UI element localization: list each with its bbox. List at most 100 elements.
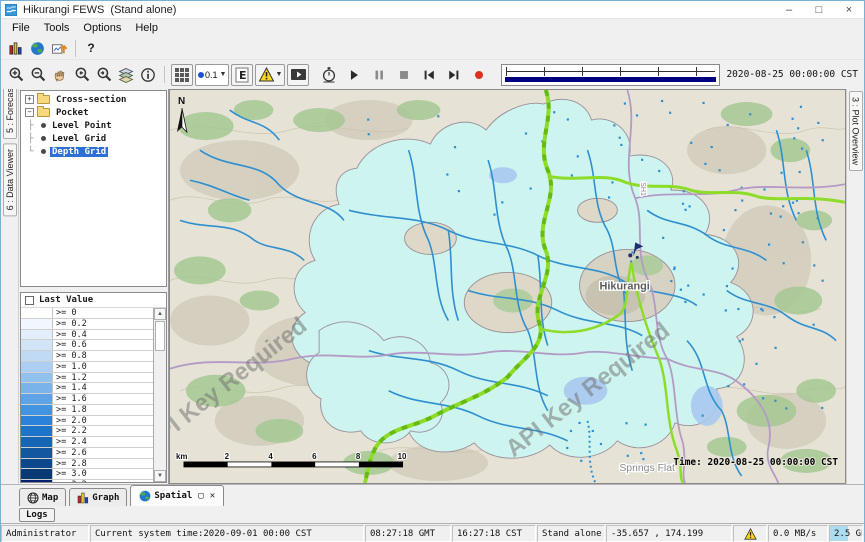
legend-label: >= 2.0 <box>53 416 87 426</box>
warning-combo[interactable]: ▼ <box>255 64 285 86</box>
legend-row[interactable]: >= 0 <box>21 308 153 319</box>
menu-file[interactable]: File <box>5 21 37 35</box>
last-value-checkbox[interactable] <box>25 296 34 305</box>
point-size-combo[interactable]: 0.1▼ <box>195 64 229 86</box>
profile-icon[interactable]: E <box>231 64 253 86</box>
step-forward-icon[interactable] <box>443 64 465 86</box>
record-icon[interactable] <box>468 64 490 86</box>
tree-item-pocket[interactable]: − Pocket <box>21 106 166 119</box>
zoom-out-icon[interactable] <box>27 64 49 86</box>
legend-label: >= 2.4 <box>53 437 87 447</box>
tree-item-label[interactable]: Cross-section <box>54 95 128 105</box>
tree-item-label[interactable]: Level Grid <box>50 134 108 144</box>
zoom-previous-icon[interactable] <box>71 64 93 86</box>
grid-icon[interactable] <box>171 64 193 86</box>
tree-item-label[interactable]: Level Point <box>50 121 114 131</box>
tab-data-viewer[interactable]: 6 : Data Viewer <box>3 143 17 216</box>
scroll-up-icon[interactable]: ▲ <box>154 308 166 320</box>
status-user: Administrator <box>1 525 89 542</box>
legend-row[interactable]: >= 1.6 <box>21 394 153 405</box>
tab-spatial[interactable]: Spatial ▢ ✕ <box>130 485 224 506</box>
legend-row[interactable]: >= 0.8 <box>21 351 153 362</box>
tab-close-icon[interactable]: ✕ <box>210 491 215 501</box>
step-back-icon[interactable] <box>418 64 440 86</box>
close-icon[interactable]: × <box>834 1 864 18</box>
tab-plot-overview[interactable]: 3 : Plot Overview <box>849 91 863 171</box>
legend-row[interactable]: >= 0.2 <box>21 319 153 330</box>
menu-options[interactable]: Options <box>76 21 128 35</box>
layer-tree: + Cross-section − Pocket ├ Level Point ├… <box>20 90 167 287</box>
tree-item-label-selected[interactable]: Depth Grid <box>50 147 108 157</box>
svg-text:8: 8 <box>356 452 361 461</box>
legend-swatch <box>21 437 53 447</box>
info-icon[interactable] <box>137 64 159 86</box>
tab-map[interactable]: Map <box>19 488 66 506</box>
database-icon[interactable] <box>4 37 26 59</box>
time-slider[interactable] <box>501 64 720 86</box>
svg-text:6: 6 <box>312 452 317 461</box>
minimize-icon[interactable]: – <box>774 1 804 18</box>
legend-scrollbar[interactable]: ▲ ▼ <box>153 308 166 482</box>
tree-item-level-grid[interactable]: ├ Level Grid <box>21 132 166 145</box>
movie-icon[interactable] <box>287 64 309 86</box>
collapse-icon[interactable]: − <box>25 108 34 117</box>
globe-wire-icon <box>27 492 39 504</box>
logs-button[interactable]: Logs <box>19 508 55 522</box>
zoom-next-icon[interactable] <box>93 64 115 86</box>
window-title: Hikurangi FEWS (Stand alone) <box>23 4 176 16</box>
title-bar: Hikurangi FEWS (Stand alone) – □ × <box>1 1 864 19</box>
map-icon[interactable] <box>26 37 48 59</box>
maximize-icon[interactable]: □ <box>804 1 834 18</box>
logs-row: Logs <box>1 506 864 523</box>
legend-label: >= 3.2 <box>53 480 87 482</box>
layer-bullet-icon <box>41 149 46 154</box>
tree-item-label[interactable]: Pocket <box>54 108 91 118</box>
stop-icon[interactable] <box>393 64 415 86</box>
time-slider-range-bar[interactable] <box>505 77 716 82</box>
map-view[interactable]: API Key Required API Key Required Hikura… <box>169 89 846 484</box>
spatial-display-icon[interactable] <box>48 37 70 59</box>
layers-panel: + Cross-section − Pocket ├ Level Point ├… <box>19 89 169 484</box>
legend-row[interactable]: >= 0.4 <box>21 330 153 341</box>
play-icon[interactable] <box>343 64 365 86</box>
legend-row[interactable]: >= 2.8 <box>21 459 153 470</box>
layer-bullet-icon <box>41 123 46 128</box>
menu-tools[interactable]: Tools <box>37 21 77 35</box>
menu-help[interactable]: Help <box>128 21 165 35</box>
expand-icon[interactable]: + <box>25 95 34 104</box>
legend-row[interactable]: >= 1.8 <box>21 405 153 416</box>
legend-row[interactable]: >= 0.6 <box>21 340 153 351</box>
tab-graph[interactable]: Graph <box>69 488 127 506</box>
legend-row[interactable]: >= 1.0 <box>21 362 153 373</box>
legend-row[interactable]: >= 1.2 <box>21 373 153 384</box>
status-memory: 2.5 GB <box>829 525 863 542</box>
tree-item-depth-grid[interactable]: └ Depth Grid <box>21 145 166 158</box>
status-warning-icon[interactable] <box>733 525 767 542</box>
zoom-in-icon[interactable] <box>5 64 27 86</box>
legend-label: >= 1.0 <box>53 362 87 372</box>
tab-spatial-label: Spatial <box>154 491 192 501</box>
tab-maximize-icon[interactable]: ▢ <box>198 491 203 501</box>
legend-row[interactable]: >= 2.4 <box>21 437 153 448</box>
menu-bar: File Tools Options Help <box>1 19 864 37</box>
legend-row[interactable]: >= 3.0 <box>21 469 153 480</box>
legend-row[interactable]: >= 2.6 <box>21 448 153 459</box>
pan-icon[interactable] <box>49 64 71 86</box>
pause-icon[interactable] <box>368 64 390 86</box>
legend-row[interactable]: >= 1.4 <box>21 383 153 394</box>
layers-icon[interactable] <box>115 64 137 86</box>
legend-row[interactable]: >= 2.2 <box>21 426 153 437</box>
help-button[interactable]: ? <box>81 37 101 59</box>
legend-label: >= 1.2 <box>53 373 87 383</box>
tree-connector: └ <box>28 147 40 157</box>
legend-label: >= 0.6 <box>53 340 87 350</box>
scroll-thumb[interactable] <box>155 321 165 351</box>
scroll-down-icon[interactable]: ▼ <box>154 470 166 482</box>
legend-label: >= 0.8 <box>53 351 87 361</box>
timer-icon[interactable] <box>318 64 340 86</box>
tab-forecasts[interactable]: 5 : Forecasts <box>3 89 17 139</box>
legend-row[interactable]: >= 3.2 <box>21 480 153 482</box>
tree-item-level-point[interactable]: ├ Level Point <box>21 119 166 132</box>
tree-item-cross-section[interactable]: + Cross-section <box>21 93 166 106</box>
legend-row[interactable]: >= 2.0 <box>21 416 153 427</box>
